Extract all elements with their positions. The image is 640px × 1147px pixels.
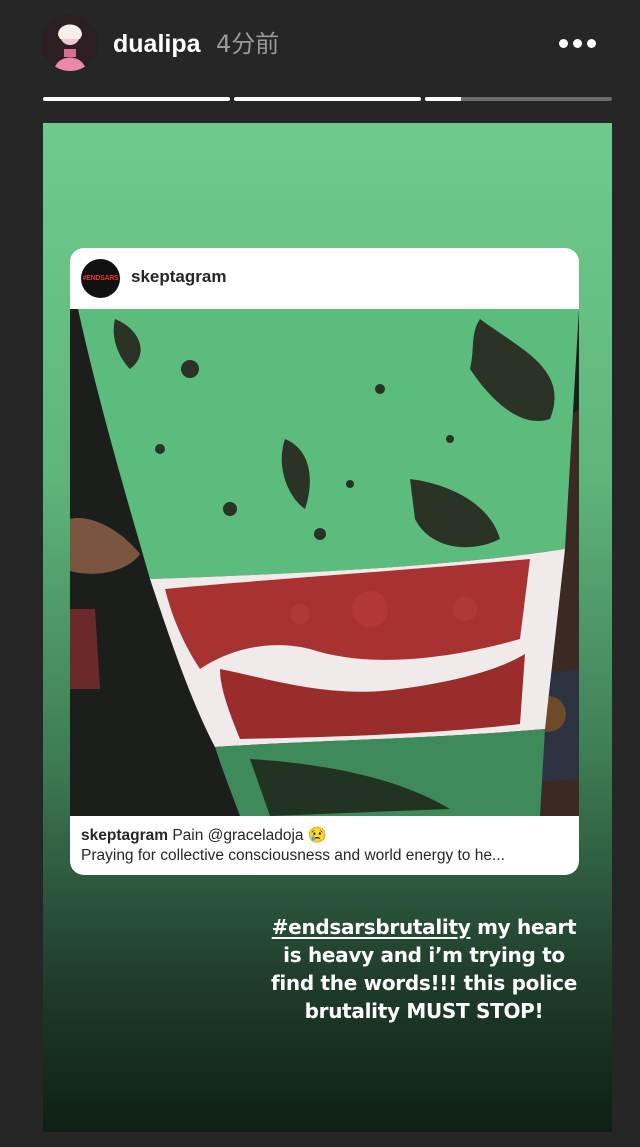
shared-post-card[interactable]: #ENDSARS skeptagram skeptagram Pain @gra…: [70, 248, 579, 875]
hashtag-link[interactable]: #endsarsbrutality: [272, 915, 471, 939]
post-caption: skeptagram Pain @graceladoja 😢 Praying f…: [81, 826, 571, 866]
timestamp: 4分前: [216, 30, 280, 58]
story-content[interactable]: #ENDSARS skeptagram skeptagram Pain @gra…: [43, 123, 612, 1132]
progress-fill: [425, 97, 461, 101]
story-viewer: dualipa 4分前 #ENDSARS skeptagram skeptagr…: [0, 0, 640, 1147]
avatar[interactable]: [42, 15, 98, 71]
progress-fill: [43, 97, 230, 101]
progress-fill: [234, 97, 421, 101]
story-overlay-text: #endsarsbrutality my heart is heavy and …: [269, 913, 579, 1025]
story-header: dualipa 4分前: [0, 0, 640, 90]
post-header: #ENDSARS skeptagram: [70, 248, 579, 309]
username[interactable]: dualipa: [113, 29, 201, 59]
caption-line-2: Praying for collective consciousness and…: [81, 847, 505, 864]
post-username[interactable]: skeptagram: [131, 267, 226, 287]
caption-username[interactable]: skeptagram: [81, 827, 168, 844]
progress-segment: [234, 97, 421, 101]
post-image: [70, 309, 579, 816]
post-avatar[interactable]: #ENDSARS: [81, 259, 120, 298]
caption-line-1: skeptagram Pain @graceladoja 😢: [81, 826, 571, 846]
post-avatar-text: #ENDSARS: [82, 275, 119, 282]
more-horizontal-icon-dot: [572, 38, 582, 48]
progress-segment: [43, 97, 230, 101]
caption-text: Pain @graceladoja 😢: [172, 827, 328, 844]
progress-segment: [425, 97, 612, 101]
more-options-button[interactable]: [552, 30, 602, 56]
story-progress: [43, 97, 612, 101]
more-horizontal-icon: [558, 38, 568, 48]
more-horizontal-icon-dot: [586, 38, 596, 48]
